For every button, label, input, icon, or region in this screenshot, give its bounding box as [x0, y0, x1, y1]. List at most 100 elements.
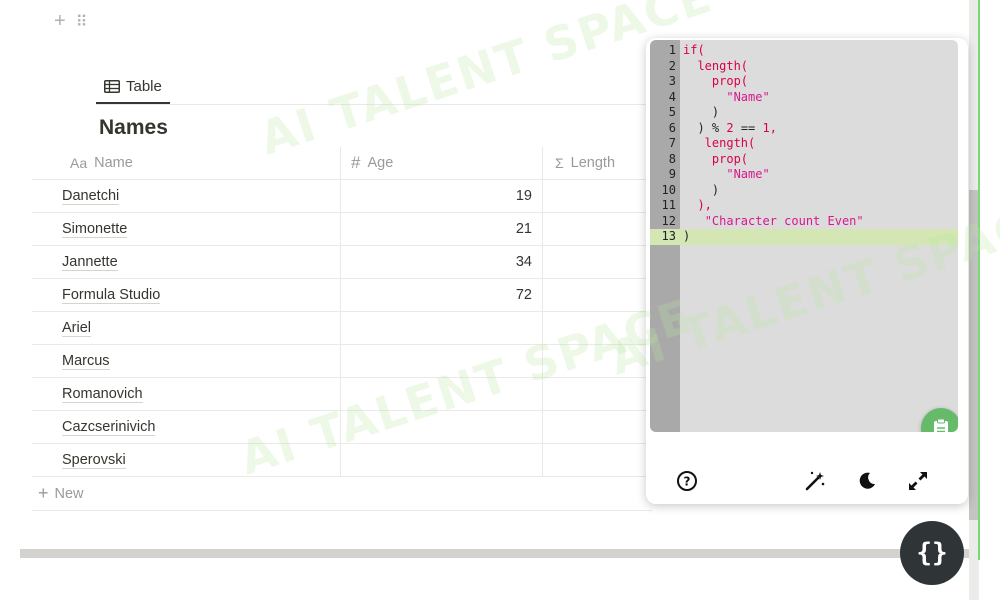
number-property-icon: # [351, 153, 361, 172]
code-line: 9 "Name" [650, 167, 958, 183]
name-cell[interactable]: Simonette [32, 213, 340, 245]
line-number: 9 [668, 167, 676, 181]
line-number: 1 [668, 43, 676, 57]
expand-icon [909, 472, 927, 490]
length-cell[interactable] [542, 312, 652, 344]
name-cell[interactable]: Formula Studio [32, 279, 340, 311]
code-area[interactable]: 1 if(2 length(3 prop(4 "Name" 5 ) 6 ) % 2 =… [650, 43, 958, 245]
code-text: "Name" [676, 167, 770, 183]
age-cell[interactable]: 72 [340, 279, 542, 311]
column-header-name[interactable]: Aa Name [32, 147, 340, 179]
age-cell[interactable]: 19 [340, 180, 542, 212]
table-header-row: Aa Name # Age Σ Length [32, 147, 652, 180]
code-line: 11 ), [650, 198, 958, 214]
column-header-length[interactable]: Σ Length [542, 147, 652, 179]
table-row[interactable]: Ariel [32, 312, 652, 345]
code-token: 1 [762, 120, 770, 135]
tab-label: Table [126, 77, 162, 95]
add-new-row-button[interactable]: + New [32, 477, 652, 511]
code-token: "Name" [726, 89, 770, 104]
table-row[interactable]: Danetchi 19 [32, 180, 652, 213]
age-cell[interactable] [340, 444, 542, 476]
table-row[interactable]: Sperovski [32, 444, 652, 477]
code-token: length( [683, 136, 756, 150]
table-row[interactable]: Simonette 21 [32, 213, 652, 246]
name-cell[interactable]: Jannette [32, 246, 340, 278]
database-title[interactable]: Names [99, 116, 168, 140]
expand-button[interactable] [905, 468, 931, 494]
moon-icon [859, 472, 875, 489]
age-cell[interactable] [340, 312, 542, 344]
line-number: 4 [668, 89, 676, 104]
formula-studio-fab[interactable]: {} [900, 521, 964, 585]
help-circle-icon: ? [677, 471, 697, 491]
magic-format-button[interactable] [802, 468, 828, 494]
table-row[interactable]: Romanovich [32, 378, 652, 411]
add-block-icon[interactable]: + [54, 10, 66, 36]
name-cell[interactable]: Ariel [32, 312, 340, 344]
theme-toggle-button[interactable] [854, 468, 880, 494]
length-cell[interactable] [542, 213, 652, 245]
length-cell[interactable] [542, 246, 652, 278]
age-cell[interactable] [340, 378, 542, 410]
copy-formula-button[interactable] [921, 408, 958, 432]
line-number: 10 [661, 182, 676, 197]
name-cell[interactable]: Romanovich [32, 378, 340, 410]
code-token: ), [683, 198, 712, 212]
table-row[interactable]: Marcus [32, 345, 652, 378]
line-number: 13 [661, 229, 676, 243]
horizontal-scrollbar[interactable] [20, 549, 970, 558]
name-cell-text: Ariel [62, 319, 92, 337]
age-cell-text: 21 [515, 221, 532, 237]
name-cell-text: Romanovich [62, 385, 143, 403]
age-cell-text: 72 [515, 287, 532, 303]
code-text: ) [676, 183, 719, 199]
code-line: 10 ) [650, 183, 958, 199]
code-token: if( [683, 43, 705, 57]
code-text: prop( [676, 74, 748, 90]
age-cell[interactable] [340, 345, 542, 377]
name-cell[interactable]: Cazcserinivich [32, 411, 340, 443]
code-line: 13) [650, 229, 958, 245]
age-cell-text: 19 [515, 188, 532, 204]
code-token: , [769, 120, 777, 135]
name-cell[interactable]: Sperovski [32, 444, 340, 476]
plus-icon: + [38, 483, 49, 503]
code-line: 5 ) [650, 105, 958, 121]
code-text: ), [676, 198, 712, 214]
code-line: 3 prop( [650, 74, 958, 90]
svg-text:?: ? [684, 475, 691, 489]
length-cell[interactable] [542, 345, 652, 377]
age-cell[interactable] [340, 411, 542, 443]
clipboard-icon [934, 418, 948, 432]
line-number: 11 [661, 198, 676, 212]
drag-handle-icon[interactable]: ⠿ [76, 10, 88, 36]
code-text: ) [676, 229, 690, 245]
age-cell[interactable]: 34 [340, 246, 542, 278]
length-cell[interactable] [542, 378, 652, 410]
name-cell[interactable]: Marcus [32, 345, 340, 377]
code-editor[interactable]: 1 if(2 length(3 prop(4 "Name" 5 ) 6 ) % 2 =… [650, 40, 958, 432]
code-line: 1 if( [650, 43, 958, 59]
name-cell-text: Simonette [62, 220, 128, 238]
column-header-age[interactable]: # Age [340, 147, 542, 179]
name-cell[interactable]: Danetchi [32, 180, 340, 212]
table-row[interactable]: Formula Studio 72 [32, 279, 652, 312]
tab-table-view[interactable]: Table [96, 70, 170, 104]
table-row[interactable]: Jannette 34 [32, 246, 652, 279]
text-property-icon: Aa [70, 155, 88, 171]
table-row[interactable]: Cazcserinivich [32, 411, 652, 444]
age-cell[interactable]: 21 [340, 213, 542, 245]
code-token: "Character count Even" [704, 213, 864, 228]
length-cell[interactable] [542, 411, 652, 443]
database-table: Aa Name # Age Σ Length Danetchi 19 Simonet… [32, 147, 652, 511]
help-button[interactable]: ? [674, 468, 700, 494]
line-number: 3 [668, 74, 676, 88]
length-cell[interactable] [542, 444, 652, 476]
length-cell[interactable] [542, 180, 652, 212]
length-cell[interactable] [542, 279, 652, 311]
code-token: "Name" [726, 167, 770, 181]
